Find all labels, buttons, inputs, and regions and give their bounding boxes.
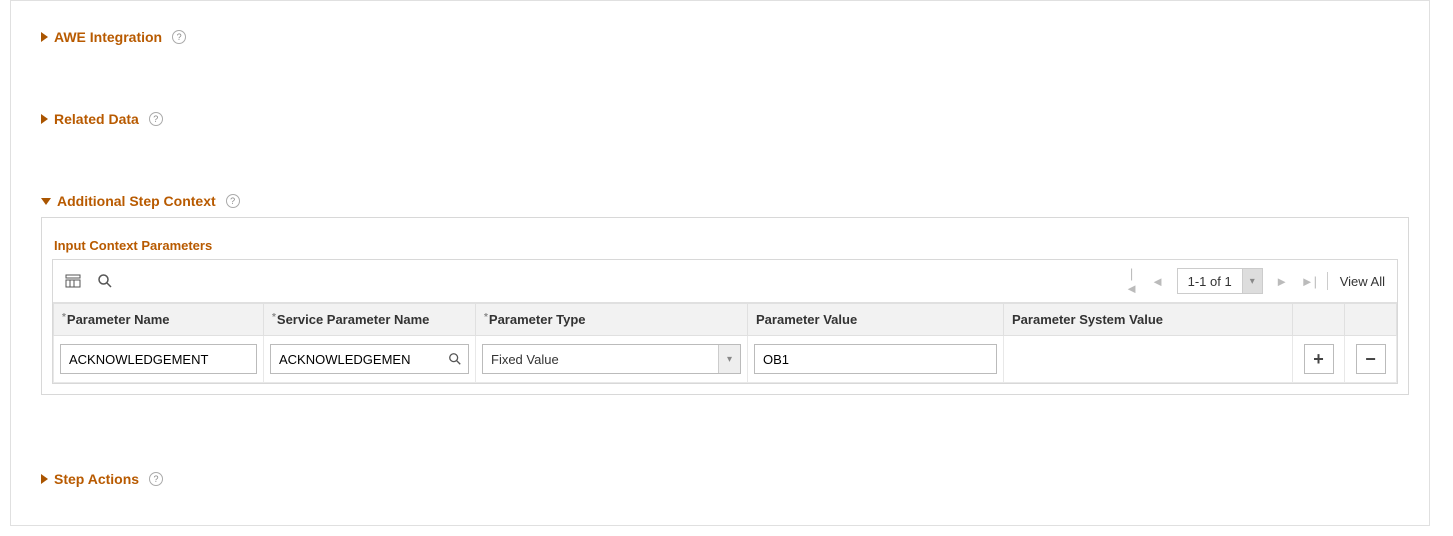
chevron-right-icon xyxy=(41,32,48,42)
page-container: AWE Integration ? Related Data ? Additio… xyxy=(10,0,1430,526)
section-additional-step-context-body: Input Context Parameters |◄ ◄ 1-1 of 1 xyxy=(41,217,1409,395)
section-title: Additional Step Context xyxy=(57,193,216,209)
prev-page-button[interactable]: ◄ xyxy=(1151,274,1165,289)
table-header-row: *Parameter Name *Service Parameter Name … xyxy=(54,304,1397,336)
chevron-down-icon xyxy=(41,198,51,205)
delete-row-button[interactable]: − xyxy=(1356,344,1386,374)
personalize-icon[interactable] xyxy=(65,273,81,289)
section-title: Related Data xyxy=(54,111,139,127)
chevron-down-icon: ▾ xyxy=(718,345,740,373)
col-delete xyxy=(1345,304,1397,336)
add-row-button[interactable]: + xyxy=(1304,344,1334,374)
col-parameter-name[interactable]: *Parameter Name xyxy=(54,304,264,336)
col-parameter-system-value[interactable]: Parameter System Value xyxy=(1004,304,1293,336)
parameter-name-field-wrap xyxy=(60,344,257,374)
section-additional-step-context-header[interactable]: Additional Step Context ? xyxy=(41,193,1409,209)
first-page-button[interactable]: |◄ xyxy=(1125,266,1139,296)
help-icon[interactable]: ? xyxy=(172,30,186,44)
section-related-data-header[interactable]: Related Data ? xyxy=(41,111,1409,127)
input-context-grid: |◄ ◄ 1-1 of 1 ▾ ► ►| View All *Parameter… xyxy=(52,259,1398,384)
chevron-down-icon: ▾ xyxy=(1242,269,1262,293)
section-title: AWE Integration xyxy=(54,29,162,45)
subsection-title: Input Context Parameters xyxy=(54,238,1398,253)
next-page-button[interactable]: ► xyxy=(1275,274,1289,289)
col-add xyxy=(1293,304,1345,336)
section-step-actions-header[interactable]: Step Actions ? xyxy=(41,471,1409,487)
page-indicator[interactable]: 1-1 of 1 ▾ xyxy=(1177,268,1263,294)
grid-toolbar-right: |◄ ◄ 1-1 of 1 ▾ ► ►| View All xyxy=(1125,266,1385,296)
service-parameter-name-input[interactable] xyxy=(270,344,469,374)
parameter-value-input[interactable] xyxy=(754,344,997,374)
grid-toolbar-left xyxy=(65,273,113,289)
section-title: Step Actions xyxy=(54,471,139,487)
view-all-link[interactable]: View All xyxy=(1340,274,1385,289)
parameter-system-value-cell xyxy=(1004,336,1293,383)
help-icon[interactable]: ? xyxy=(149,472,163,486)
col-parameter-type[interactable]: *Parameter Type xyxy=(476,304,748,336)
grid-toolbar: |◄ ◄ 1-1 of 1 ▾ ► ►| View All xyxy=(53,260,1397,303)
service-parameter-name-field-wrap xyxy=(270,344,469,374)
lookup-icon[interactable] xyxy=(447,351,463,367)
help-icon[interactable]: ? xyxy=(149,112,163,126)
table-row: Fixed Value ▾ + xyxy=(54,336,1397,383)
parameter-value-field-wrap xyxy=(754,344,997,374)
col-parameter-value[interactable]: Parameter Value xyxy=(748,304,1004,336)
chevron-right-icon xyxy=(41,114,48,124)
last-page-button[interactable]: ►| xyxy=(1301,274,1315,289)
col-service-parameter-name[interactable]: *Service Parameter Name xyxy=(264,304,476,336)
page-range-text: 1-1 of 1 xyxy=(1178,269,1242,293)
help-icon[interactable]: ? xyxy=(226,194,240,208)
chevron-right-icon xyxy=(41,474,48,484)
parameter-type-select[interactable]: Fixed Value ▾ xyxy=(482,344,741,374)
separator xyxy=(1327,272,1328,290)
section-awe-integration-header[interactable]: AWE Integration ? xyxy=(41,29,1409,45)
search-icon[interactable] xyxy=(97,273,113,289)
parameter-name-input[interactable] xyxy=(60,344,257,374)
select-value: Fixed Value xyxy=(483,345,718,373)
input-context-table: *Parameter Name *Service Parameter Name … xyxy=(53,303,1397,383)
